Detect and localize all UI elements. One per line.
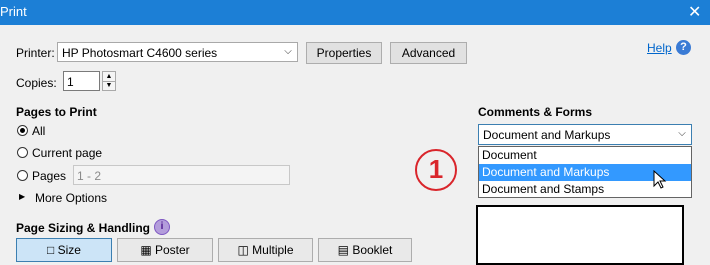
- printer-label: Printer:: [16, 46, 55, 60]
- copies-stepper[interactable]: ▲ ▼: [102, 71, 116, 91]
- help-link[interactable]: Help: [647, 41, 672, 55]
- dropdown-option-document[interactable]: Document: [479, 147, 691, 164]
- radio-all[interactable]: [17, 125, 28, 136]
- properties-button[interactable]: Properties: [306, 42, 382, 64]
- comments-forms-heading: Comments & Forms: [478, 105, 593, 119]
- tab-booklet[interactable]: ▤ Booklet: [318, 238, 412, 262]
- title-bar: Print ✕: [0, 0, 710, 25]
- tab-size-label: Size: [57, 243, 81, 257]
- annotation-number-badge: 1: [415, 149, 457, 191]
- comments-forms-select[interactable]: Document and Markups ⌵: [478, 124, 692, 145]
- more-options-toggle[interactable]: More Options: [35, 191, 107, 205]
- advanced-button[interactable]: Advanced: [390, 42, 467, 64]
- pages-range-field[interactable]: 1 - 2: [73, 165, 290, 185]
- tab-multiple[interactable]: ◫ Multiple: [218, 238, 313, 262]
- info-icon[interactable]: i: [154, 219, 170, 235]
- radio-all-label: All: [32, 124, 46, 138]
- booklet-icon: ▤: [337, 243, 349, 257]
- copies-value: 1: [67, 75, 74, 89]
- pages-range-value: 1 - 2: [77, 169, 102, 183]
- multiple-icon: ◫: [237, 243, 249, 257]
- radio-pages[interactable]: [17, 170, 28, 181]
- printer-select[interactable]: HP Photosmart C4600 series ⌵: [57, 42, 298, 62]
- chevron-down-icon: ⌵: [278, 43, 297, 61]
- page-sizing-heading: Page Sizing & Handling: [16, 221, 151, 235]
- size-icon: □: [47, 243, 55, 257]
- pages-to-print-heading: Pages to Print: [16, 105, 97, 119]
- tab-booklet-label: Booklet: [352, 243, 393, 257]
- print-preview-area: [476, 205, 684, 265]
- stepper-down-icon[interactable]: ▼: [103, 81, 115, 90]
- tab-size[interactable]: □ Size: [16, 238, 112, 262]
- mouse-cursor-icon: [653, 170, 667, 189]
- triangle-right-icon[interactable]: ▶: [19, 192, 25, 201]
- copies-label: Copies:: [16, 76, 57, 90]
- close-icon[interactable]: ✕: [688, 2, 701, 22]
- radio-current-page-label: Current page: [32, 146, 103, 160]
- tab-poster-label: Poster: [155, 243, 190, 257]
- copies-field[interactable]: 1: [63, 71, 100, 91]
- help-icon[interactable]: ?: [676, 40, 691, 55]
- comments-forms-selected: Document and Markups: [483, 128, 611, 142]
- tab-multiple-label: Multiple: [252, 243, 294, 257]
- radio-current-page[interactable]: [17, 147, 28, 158]
- chevron-down-icon: ⌵: [672, 125, 691, 143]
- printer-select-value: HP Photosmart C4600 series: [62, 46, 218, 60]
- radio-pages-label: Pages: [32, 169, 67, 183]
- window-title: Print: [0, 4, 27, 19]
- tab-poster[interactable]: ▦ Poster: [117, 238, 213, 262]
- poster-icon: ▦: [140, 243, 152, 257]
